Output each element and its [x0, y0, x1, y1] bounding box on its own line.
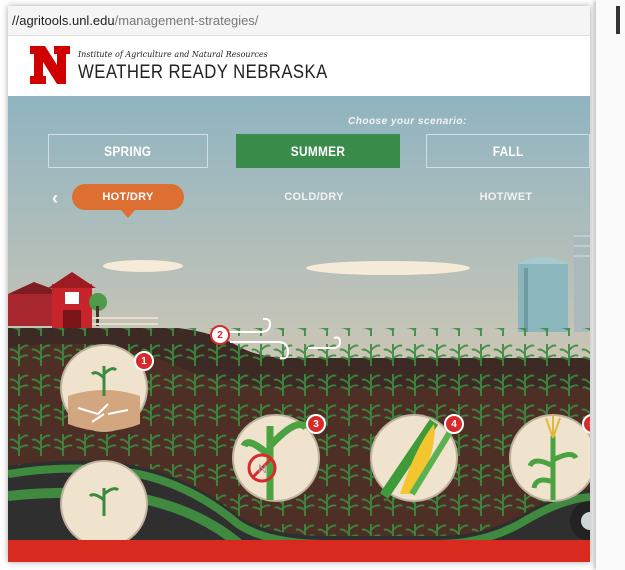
condition-cold-dry[interactable]: COLD/DRY — [264, 184, 364, 210]
condition-hot-dry[interactable]: HOT/DRY — [72, 184, 184, 218]
panel-edge-mark — [616, 6, 620, 34]
season-tab-summer[interactable]: SUMMER — [236, 134, 400, 168]
farm-scene: N Choose your scenario: SPRING SUMMER FA… — [8, 96, 590, 562]
cloud — [306, 261, 470, 275]
browser-window: //agritools.unl.edu/management-strategie… — [8, 6, 590, 562]
chevron-left-icon[interactable]: ‹ — [52, 188, 58, 209]
hotspot-badge-3[interactable]: 3 — [306, 414, 326, 434]
cloud — [103, 260, 183, 272]
condition-hot-wet[interactable]: HOT/WET — [456, 184, 556, 210]
site-title[interactable]: WEATHER READY NEBRASKA — [78, 62, 328, 84]
background-window — [596, 0, 625, 570]
nebraska-n-logo[interactable] — [30, 46, 70, 84]
season-tab-fall[interactable]: FALL — [426, 134, 590, 168]
url-text[interactable]: //agritools.unl.edu/management-strategie… — [12, 13, 258, 28]
hotspot-badge-1[interactable]: 1 — [134, 351, 154, 371]
site-header: Institute of Agriculture and Natural Res… — [8, 36, 590, 96]
hotspot-circle-bottom — [60, 460, 148, 548]
footer-bar — [8, 540, 590, 562]
season-tab-spring[interactable]: SPRING — [48, 134, 208, 168]
scenario-prompt: Choose your scenario: — [348, 116, 467, 127]
institute-name: Institute of Agriculture and Natural Res… — [78, 50, 268, 59]
hotspot-badge-2[interactable]: 2 — [210, 325, 230, 345]
svg-text:N: N — [258, 462, 267, 476]
address-bar[interactable]: //agritools.unl.edu/management-strategie… — [8, 6, 590, 36]
hotspot-circle-5 — [509, 414, 590, 502]
hotspot-badge-4[interactable]: 4 — [444, 414, 464, 434]
